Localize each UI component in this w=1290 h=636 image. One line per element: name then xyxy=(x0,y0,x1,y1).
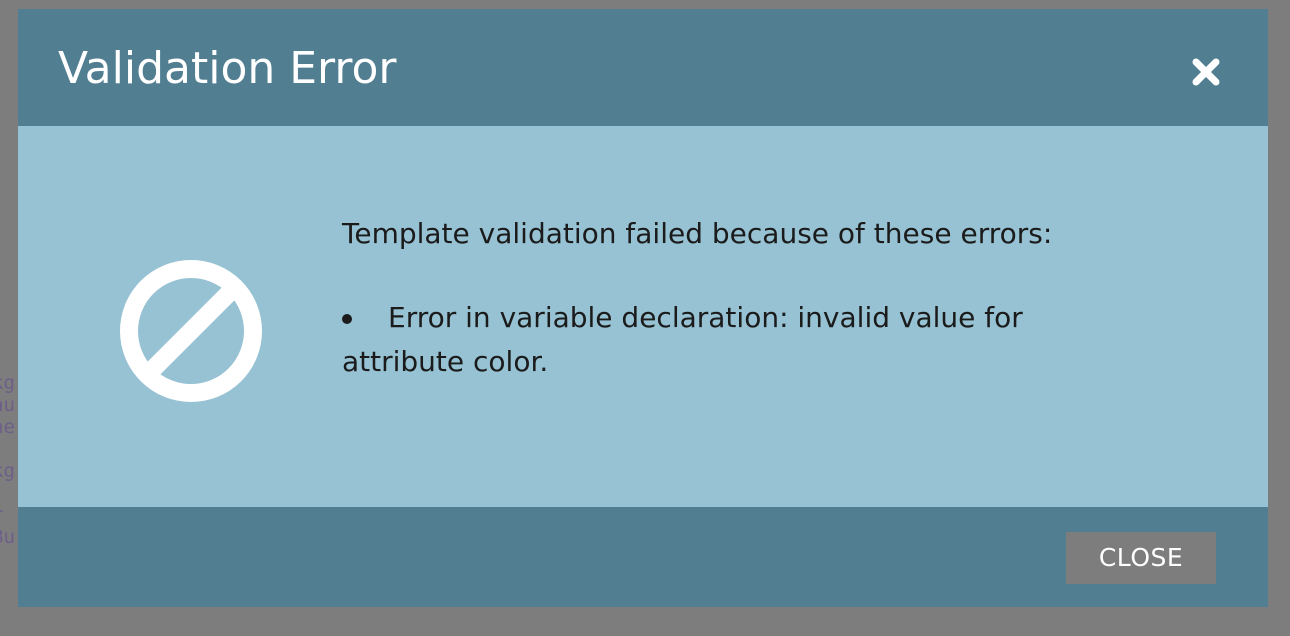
background-code-line: kg xyxy=(0,460,15,482)
error-message: Template validation failed because of th… xyxy=(342,212,1102,384)
validation-error-dialog: Validation Error Template validation fai… xyxy=(18,9,1268,607)
background-code-line: kg xyxy=(0,372,15,394)
background-code-line: Bu xyxy=(0,526,15,548)
background-code-line xyxy=(0,482,15,504)
background-code-line: he xyxy=(0,416,15,438)
prohibited-icon xyxy=(118,258,264,404)
dialog-title: Validation Error xyxy=(58,43,397,94)
message-intro: Template validation failed because of th… xyxy=(342,217,1053,250)
background-code-line xyxy=(0,438,15,460)
bullet-icon xyxy=(342,314,352,324)
background-code: kg au he kg r Bu xyxy=(0,372,15,548)
dialog-body: Template validation failed because of th… xyxy=(18,126,1268,507)
close-x-icon[interactable] xyxy=(1188,54,1224,90)
dialog-header: Validation Error xyxy=(18,9,1268,126)
error-list: Error in variable declaration: invalid v… xyxy=(342,296,1102,384)
background-code-line: r xyxy=(0,504,15,526)
error-text: Error in variable declaration: invalid v… xyxy=(342,301,1023,378)
error-list-item: Error in variable declaration: invalid v… xyxy=(342,296,1102,384)
background-code-line: au xyxy=(0,394,15,416)
close-button[interactable]: CLOSE xyxy=(1066,532,1216,584)
dialog-footer: CLOSE xyxy=(18,507,1268,607)
